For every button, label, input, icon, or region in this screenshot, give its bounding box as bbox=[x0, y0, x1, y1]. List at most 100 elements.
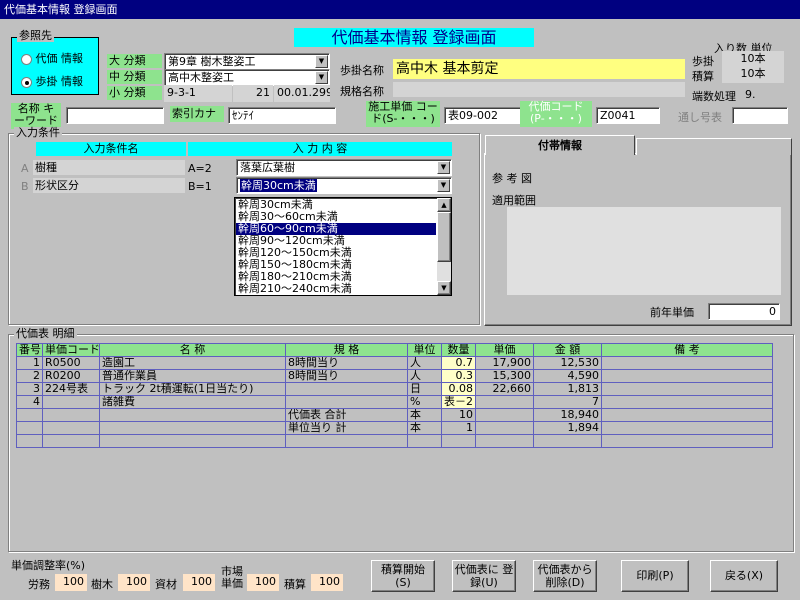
table-cell[interactable]: 0.7 bbox=[441, 356, 476, 370]
radio-daika-indicator[interactable] bbox=[21, 53, 32, 65]
table-row[interactable]: 1 R0500 造園工 8時間当り人 0.7 17,900 12,530 bbox=[16, 356, 773, 370]
sekisan-rate-input[interactable]: 100 bbox=[311, 574, 343, 591]
tree-input[interactable]: 100 bbox=[118, 574, 150, 591]
table-cell[interactable] bbox=[16, 421, 43, 435]
table-cell[interactable] bbox=[285, 434, 408, 448]
back-button[interactable]: 戻る(X) bbox=[710, 560, 778, 592]
table-cell[interactable]: 日 bbox=[407, 382, 442, 396]
table-cell[interactable]: 普通作業員 bbox=[99, 369, 286, 383]
table-cell[interactable]: トラック 2t積運転(1日当たり) bbox=[99, 382, 286, 396]
dai-select[interactable]: 第9章 樹木整姿工 ▼ bbox=[164, 53, 330, 70]
table-cell[interactable]: 7 bbox=[533, 395, 602, 409]
table-cell[interactable] bbox=[601, 421, 773, 435]
table-cell[interactable] bbox=[601, 395, 773, 409]
radio-daika[interactable]: 代価 情報 bbox=[21, 50, 83, 66]
table-cell[interactable]: 15,300 bbox=[475, 369, 534, 383]
table-cell[interactable]: 代価表 合計 bbox=[285, 408, 408, 422]
apply-range-area[interactable] bbox=[507, 207, 781, 295]
table-cell[interactable] bbox=[42, 408, 100, 422]
chevron-down-icon[interactable]: ▼ bbox=[437, 161, 450, 174]
shape-dropdown-list[interactable]: 幹周30cm未満 幹周30～60cm未満 幹周60～90cm未満 幹周90～12… bbox=[234, 197, 452, 296]
table-cell[interactable]: R0500 bbox=[42, 356, 100, 370]
table-cell[interactable]: 4,590 bbox=[533, 369, 602, 383]
serial-input[interactable] bbox=[732, 107, 788, 124]
scroll-down-icon[interactable]: ▼ bbox=[437, 281, 451, 295]
table-row[interactable]: 3 224号表 トラック 2t積運転(1日当たり) 日 0.08 22,660 1,813 bbox=[16, 382, 773, 396]
market-input[interactable]: 100 bbox=[247, 574, 279, 591]
table-cell[interactable] bbox=[601, 408, 773, 422]
table-cell[interactable] bbox=[285, 395, 408, 409]
table-cell[interactable] bbox=[601, 434, 773, 448]
delete-button[interactable]: 代価表から 削除(D) bbox=[533, 560, 597, 592]
table-cell[interactable] bbox=[475, 421, 534, 435]
table-cell[interactable]: % bbox=[407, 395, 442, 409]
material-input[interactable]: 100 bbox=[183, 574, 215, 591]
table-row[interactable]: 代価表 合計本 10 18,940 bbox=[16, 408, 773, 422]
table-cell[interactable] bbox=[601, 356, 773, 370]
dropdown-scrollbar[interactable]: ▲ ▼ bbox=[437, 198, 451, 295]
table-cell[interactable]: 1,894 bbox=[533, 421, 602, 435]
table-cell[interactable]: 造園工 bbox=[99, 356, 286, 370]
chevron-down-icon[interactable]: ▼ bbox=[437, 179, 450, 192]
chevron-down-icon[interactable]: ▼ bbox=[315, 55, 328, 68]
table-cell[interactable]: 1,813 bbox=[533, 382, 602, 396]
table-cell[interactable]: 4 bbox=[16, 395, 43, 409]
table-cell[interactable]: 0.3 bbox=[441, 369, 476, 383]
radio-buhu[interactable]: 歩掛 情報 bbox=[21, 73, 83, 89]
table-cell[interactable] bbox=[475, 408, 534, 422]
table-cell[interactable]: 人 bbox=[407, 369, 442, 383]
table-cell[interactable]: 22,660 bbox=[475, 382, 534, 396]
register-button[interactable]: 代価表に 登録(U) bbox=[452, 560, 516, 592]
table-cell[interactable]: 1 bbox=[441, 421, 476, 435]
table-cell[interactable] bbox=[475, 434, 534, 448]
table-cell[interactable] bbox=[16, 408, 43, 422]
labor-input[interactable]: 100 bbox=[55, 574, 87, 591]
radio-buhu-indicator[interactable] bbox=[21, 76, 32, 88]
table-cell[interactable] bbox=[441, 434, 476, 448]
table-cell[interactable]: 2 bbox=[16, 369, 43, 383]
keyword-input[interactable] bbox=[66, 107, 164, 124]
calc-start-button[interactable]: 積算開始 (S) bbox=[371, 560, 435, 592]
table-cell[interactable]: R0200 bbox=[42, 369, 100, 383]
chu-select[interactable]: 高中木整姿工 ▼ bbox=[164, 69, 330, 86]
table-row[interactable]: 2 R0200 普通作業員 8時間当り人 0.3 15,300 4,590 bbox=[16, 369, 773, 383]
chevron-down-icon[interactable]: ▼ bbox=[315, 71, 328, 84]
table-cell[interactable] bbox=[533, 434, 602, 448]
spec-name-field[interactable] bbox=[393, 82, 685, 97]
table-cell[interactable] bbox=[42, 434, 100, 448]
table-cell[interactable]: 人 bbox=[407, 356, 442, 370]
table-cell[interactable]: 0.08 bbox=[441, 382, 476, 396]
table-cell[interactable] bbox=[42, 421, 100, 435]
table-cell[interactable]: 3 bbox=[16, 382, 43, 396]
daikacode-input[interactable]: Z0041 bbox=[596, 107, 660, 124]
table-cell[interactable]: 224号表 bbox=[42, 382, 100, 396]
print-button[interactable]: 印刷(P) bbox=[621, 560, 689, 592]
table-cell[interactable]: 単位当り 計 bbox=[285, 421, 408, 435]
attached-tab[interactable]: 付帯情報 bbox=[485, 135, 635, 155]
table-cell[interactable]: 本 bbox=[407, 421, 442, 435]
table-cell[interactable] bbox=[99, 434, 286, 448]
table-cell[interactable] bbox=[601, 382, 773, 396]
table-cell[interactable]: 諸雑費 bbox=[99, 395, 286, 409]
table-cell[interactable] bbox=[16, 434, 43, 448]
table-row[interactable]: 単位当り 計本 1 1,894 bbox=[16, 421, 773, 435]
table-cell[interactable]: 表－2 bbox=[441, 395, 476, 409]
table-cell[interactable] bbox=[99, 421, 286, 435]
table-cell[interactable]: 18,940 bbox=[533, 408, 602, 422]
table-row[interactable] bbox=[16, 434, 773, 448]
table-cell[interactable] bbox=[285, 382, 408, 396]
unitcode-input[interactable]: 表09-002 bbox=[444, 107, 522, 124]
table-cell[interactable]: 8時間当り bbox=[285, 356, 408, 370]
table-cell[interactable]: 12,530 bbox=[533, 356, 602, 370]
table-row[interactable]: 4 諸雑費% 表－2 7 bbox=[16, 395, 773, 409]
attached-tab-2[interactable] bbox=[636, 138, 792, 155]
kana-input[interactable]: ｾﾝﾃｲ bbox=[228, 107, 336, 124]
table-cell[interactable]: 本 bbox=[407, 408, 442, 422]
table-cell[interactable] bbox=[601, 369, 773, 383]
scroll-up-icon[interactable]: ▲ bbox=[437, 198, 451, 212]
scroll-thumb[interactable] bbox=[437, 212, 451, 262]
table-cell[interactable]: 10 bbox=[441, 408, 476, 422]
table-cell[interactable] bbox=[42, 395, 100, 409]
condition-a-select[interactable]: 落葉広葉樹 ▼ bbox=[236, 159, 452, 176]
dropdown-option[interactable]: 幹周210～240cm未満 bbox=[236, 283, 436, 295]
